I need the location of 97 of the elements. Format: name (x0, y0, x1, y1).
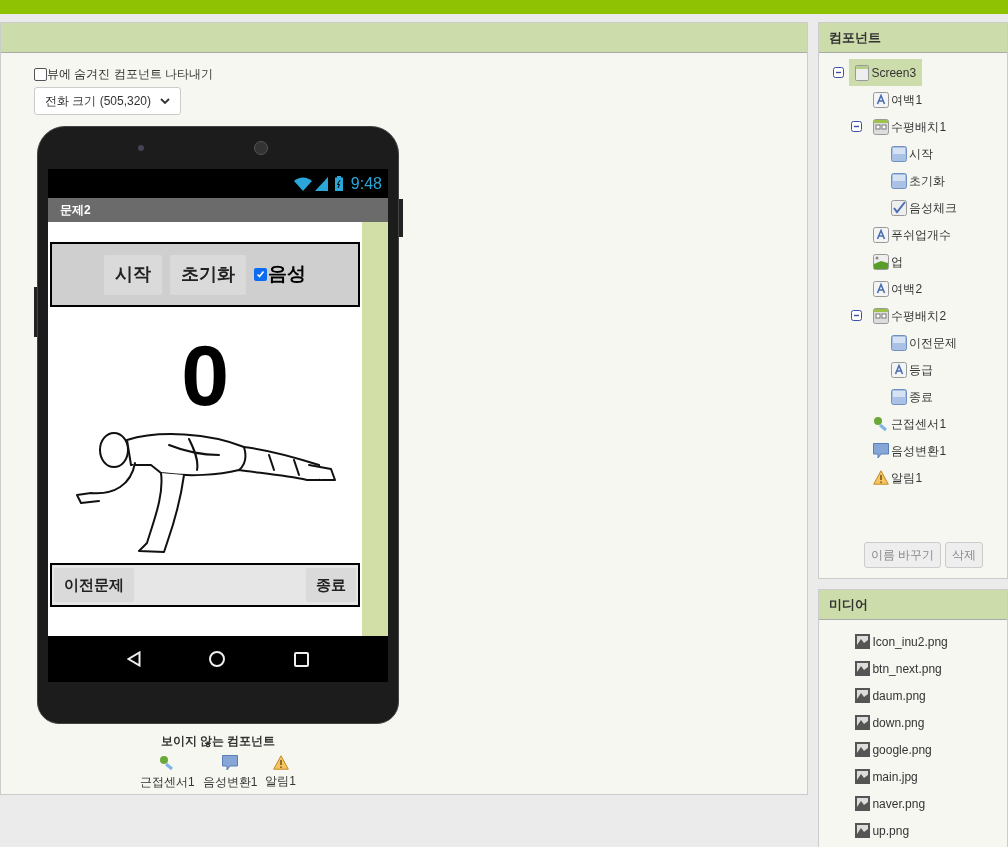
nonvisible-label: 음성변환1 (202, 774, 258, 791)
tree-item-label: 수평배치1 (891, 118, 947, 136)
tree-item[interactable]: 음성체크 (885, 194, 964, 221)
check-icon (256, 270, 266, 279)
tree-item[interactable]: 푸쉬업개수 (867, 221, 958, 248)
sensor-icon (873, 415, 890, 432)
picture-icon (855, 796, 871, 811)
pushup-count: 0 (180, 326, 231, 425)
letter-a-icon (873, 226, 890, 243)
tree-item-label: 초기화 (909, 172, 946, 190)
picture-icon (855, 661, 871, 676)
recent-apps-icon[interactable] (293, 651, 309, 667)
tree-item[interactable]: 시작 (885, 140, 940, 167)
tree-item-label: 수평배치2 (891, 307, 947, 325)
arrangement-icon (873, 307, 890, 324)
collapse-icon[interactable] (850, 310, 862, 321)
panel-title: 미디어 (829, 595, 869, 614)
phone-button[interactable]: 시작 (104, 254, 163, 295)
tree-item[interactable]: 음성변환1 (867, 437, 953, 464)
checkbox[interactable] (254, 268, 268, 281)
speech-bubble-icon (222, 755, 238, 771)
media-file[interactable]: down.png (855, 709, 1007, 736)
picture-icon (855, 634, 871, 649)
tree-item[interactable]: 수평배치2 (867, 302, 953, 329)
letter-a-icon (873, 91, 890, 108)
media-file[interactable]: Icon_inu2.png (855, 628, 1007, 655)
collapse-icon[interactable] (850, 121, 862, 132)
tree-item[interactable]: Screen3 (849, 59, 923, 86)
nonvisible-label: 알림1 (265, 773, 297, 790)
tree-item[interactable]: 수평배치1 (867, 113, 953, 140)
phone-button[interactable]: 초기화 (170, 254, 247, 295)
back-icon[interactable] (127, 651, 142, 667)
checkbox-label: 음성 (268, 262, 307, 287)
tree-item[interactable]: 종료 (885, 383, 940, 410)
media-file[interactable]: btn_next.png (855, 655, 1007, 682)
letter-a-icon (873, 280, 890, 297)
media-file[interactable]: daum.png (855, 682, 1007, 709)
media-file[interactable]: main.jpg (855, 763, 1007, 790)
warning-icon (873, 470, 890, 485)
button-icon (891, 388, 908, 405)
tree-item-label: 시작 (909, 145, 934, 163)
tree-item-label: 여백1 (891, 91, 923, 109)
battery-icon (334, 176, 343, 191)
tree-item-label: Screen3 (871, 64, 917, 82)
picture-icon (855, 742, 871, 757)
tree-item-label: 등급 (909, 361, 934, 379)
tree-item-label: 이전문제 (909, 334, 958, 352)
screen-icon (855, 64, 870, 81)
tree-item[interactable]: 여백2 (867, 275, 929, 302)
tree-item[interactable]: 초기화 (885, 167, 952, 194)
app-title: 문제2 (60, 202, 91, 219)
letter-a-icon (891, 361, 908, 378)
tree-item-label: 종료 (909, 388, 934, 406)
speech-bubble-icon (873, 442, 890, 459)
button-icon (891, 145, 908, 162)
tree-item-label: 알림1 (891, 469, 923, 487)
tree-item[interactable]: 여백1 (867, 86, 929, 113)
status-time: 9:48 (350, 173, 382, 194)
media-file[interactable]: up.png (855, 817, 1007, 844)
media-file[interactable]: google.png (855, 736, 1007, 763)
signal-icon (314, 176, 328, 191)
tree-item-label: 음성변환1 (891, 442, 947, 460)
tree-item-label: 푸쉬업개수 (891, 226, 952, 244)
picture-icon (855, 688, 871, 703)
phone-button[interactable]: 종료 (306, 568, 357, 602)
nonvisible-label: 근접센서1 (139, 774, 195, 791)
wifi-icon (293, 176, 312, 191)
checkbox[interactable] (34, 67, 47, 81)
chevron-down-icon (160, 97, 170, 105)
nonvisible-title: 보이지 않는 컴포넌트 (160, 733, 276, 750)
button-icon (891, 172, 908, 189)
panel-title: 컴포넌트 (829, 28, 882, 47)
tree-item[interactable]: 업 (867, 248, 910, 275)
image-icon (873, 253, 890, 270)
warning-icon (272, 755, 289, 770)
tree-item-label: 음성체크 (909, 199, 958, 217)
phone-button[interactable]: 이전문제 (54, 568, 134, 602)
sensor-icon (159, 755, 176, 771)
tree-item-label: 여백2 (891, 280, 923, 298)
picture-icon (855, 769, 871, 784)
checkbox-label: 뷰에 숨겨진 컴포넌트 나타내기 (47, 66, 213, 83)
picture-icon (855, 715, 871, 730)
arrangement-icon (873, 118, 890, 135)
speaker-grille (254, 141, 268, 155)
tree-item[interactable]: 알림1 (867, 464, 929, 491)
tree-item-label: 업 (891, 253, 904, 271)
phone-size-dropdown[interactable]: 전화 크기 (505,320) (34, 87, 181, 115)
tree-item[interactable]: 이전문제 (885, 329, 964, 356)
home-icon[interactable] (209, 651, 226, 667)
tree-item[interactable]: 등급 (885, 356, 940, 383)
tree-item[interactable]: 근접센서1 (867, 410, 953, 437)
button-icon (891, 334, 908, 351)
checkbox-icon (891, 199, 908, 216)
collapse-icon[interactable] (832, 67, 844, 78)
picture-icon (855, 823, 871, 838)
tree-item-label: 근접센서1 (891, 415, 947, 433)
media-file[interactable]: naver.png (855, 790, 1007, 817)
